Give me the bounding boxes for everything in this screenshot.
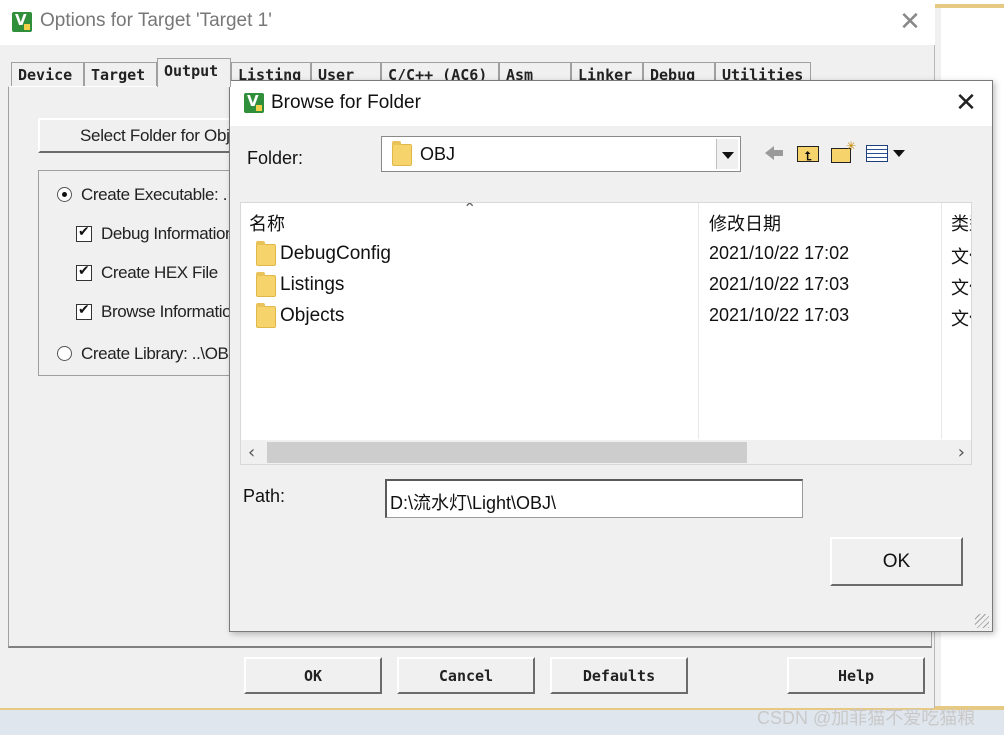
scroll-right-icon[interactable]: › bbox=[958, 442, 965, 463]
dialog-title: Browse for Folder bbox=[271, 92, 421, 113]
create-library-radio[interactable] bbox=[57, 346, 72, 361]
new-folder-icon[interactable]: ✳ bbox=[830, 139, 858, 165]
list-header: ⌃ 名称 修改日期 类型 bbox=[241, 202, 971, 239]
horizontal-scrollbar[interactable]: ‹ › bbox=[241, 440, 971, 464]
resize-grip-icon[interactable] bbox=[975, 614, 989, 628]
view-menu-icon[interactable] bbox=[866, 141, 908, 165]
item-date: 2021/10/22 17:03 bbox=[709, 274, 850, 294]
folder-icon bbox=[256, 241, 276, 266]
tab-target[interactable]: Target bbox=[84, 62, 157, 86]
folder-icon bbox=[256, 272, 276, 297]
create-executable-radio[interactable] bbox=[57, 187, 72, 202]
browse-for-folder-dialog: Browse for Folder ✕ Folder: OBJ ⮤ ✳ ⌃ 名称… bbox=[229, 80, 993, 632]
watermark: CSDN @加菲猫不爱吃猫粮 bbox=[757, 708, 976, 728]
cancel-button[interactable]: Cancel bbox=[397, 657, 535, 694]
tab-output[interactable]: Output bbox=[157, 58, 231, 87]
list-item[interactable]: Objects 2021/10/22 17:03 文件夹 bbox=[241, 301, 971, 332]
up-folder-icon[interactable]: ⮤ bbox=[796, 141, 822, 165]
create-executable-label: Create Executable: . bbox=[81, 185, 228, 204]
ok-button[interactable]: OK bbox=[244, 657, 382, 694]
debug-information-checkbox[interactable] bbox=[76, 224, 92, 242]
item-type: 文件夹 bbox=[951, 309, 971, 329]
column-header-date[interactable]: 修改日期 bbox=[709, 210, 781, 236]
close-icon[interactable]: ✕ bbox=[896, 8, 924, 36]
column-header-type[interactable]: 类型 bbox=[951, 210, 971, 236]
dialog-ok-button[interactable]: OK bbox=[830, 537, 963, 586]
path-input[interactable] bbox=[385, 479, 803, 518]
folder-list-view[interactable]: ⌃ 名称 修改日期 类型 DebugConfig 2021/10/22 17:0… bbox=[240, 202, 972, 465]
item-name: Objects bbox=[280, 305, 345, 326]
list-item[interactable]: DebugConfig 2021/10/22 17:02 文件夹 bbox=[241, 239, 971, 270]
details-view-glyph bbox=[866, 145, 888, 162]
title-bar[interactable]: Options for Target 'Target 1' ✕ bbox=[0, 0, 935, 45]
scroll-left-icon[interactable]: ‹ bbox=[248, 442, 255, 463]
dialog-title-bar[interactable]: Browse for Folder ✕ bbox=[230, 81, 992, 126]
item-type: 文件夹 bbox=[951, 278, 971, 298]
item-name: Listings bbox=[280, 274, 345, 295]
back-icon[interactable] bbox=[763, 141, 787, 165]
browse-information-checkbox[interactable] bbox=[76, 302, 92, 320]
background-accent-line bbox=[935, 4, 1004, 8]
item-name: DebugConfig bbox=[280, 243, 391, 264]
defaults-button[interactable]: Defaults bbox=[550, 657, 688, 694]
folder-icon bbox=[256, 303, 276, 328]
folder-dropdown[interactable]: OBJ bbox=[381, 136, 741, 172]
create-library-label: Create Library: ..\OB bbox=[81, 344, 229, 363]
list-item[interactable]: Listings 2021/10/22 17:03 文件夹 bbox=[241, 270, 971, 301]
sort-ascending-icon: ⌃ bbox=[463, 202, 477, 218]
folder-icon bbox=[392, 141, 412, 166]
chevron-down-icon[interactable] bbox=[716, 139, 738, 169]
tab-device[interactable]: Device bbox=[11, 62, 84, 86]
chevron-down-icon bbox=[893, 150, 905, 157]
folder-label: Folder: bbox=[247, 148, 304, 168]
create-hex-file-label: Create HEX File bbox=[101, 263, 218, 282]
item-type: 文件夹 bbox=[951, 247, 971, 267]
column-header-name[interactable]: 名称 bbox=[249, 210, 285, 236]
item-date: 2021/10/22 17:02 bbox=[709, 243, 850, 263]
browse-information-label: Browse Informatio bbox=[101, 302, 232, 321]
help-button[interactable]: Help bbox=[787, 657, 925, 694]
window-title: Options for Target 'Target 1' bbox=[40, 10, 272, 31]
sparkle-glyph: ✳ bbox=[846, 139, 857, 153]
debug-information-label: Debug Information bbox=[101, 224, 235, 243]
path-label: Path: bbox=[243, 486, 286, 506]
folder-dropdown-value: OBJ bbox=[420, 144, 456, 164]
keil-app-icon bbox=[244, 92, 264, 113]
item-date: 2021/10/22 17:03 bbox=[709, 305, 850, 325]
create-hex-file-checkbox[interactable] bbox=[76, 263, 92, 281]
scrollbar-thumb[interactable] bbox=[267, 442, 747, 463]
up-arrow-glyph: ⮤ bbox=[805, 149, 813, 163]
close-icon[interactable]: ✕ bbox=[952, 89, 980, 117]
keil-app-icon bbox=[12, 11, 32, 32]
